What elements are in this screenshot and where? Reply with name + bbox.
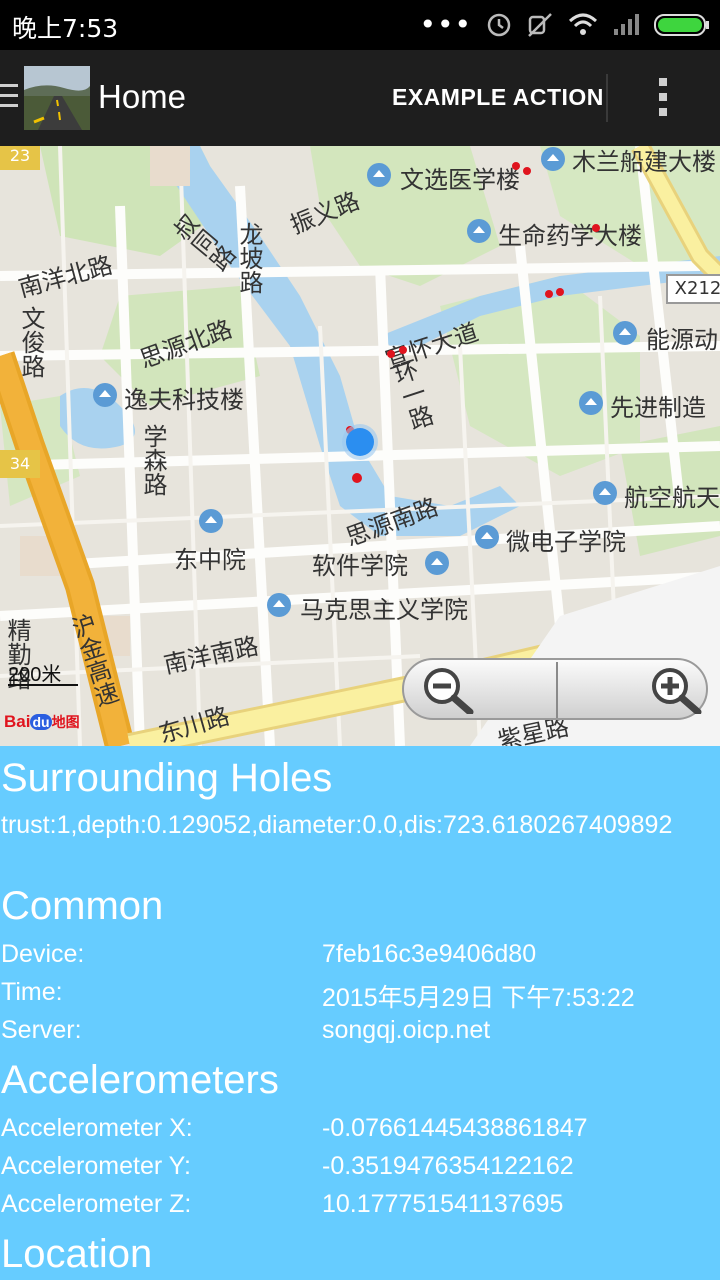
example-action-button[interactable]: EXAMPLE ACTION [392,84,604,111]
drawer-icon[interactable] [0,84,18,114]
wifi-icon [568,13,598,35]
signal-icon [614,14,639,35]
time-value: 2015年5月29日 下午7:53:22 [322,984,635,1012]
accel-z-label: Accelerometer Z: [1,1190,192,1218]
zoom-control [402,658,708,720]
map-scale-bar [8,684,78,686]
overflow-menu-icon[interactable] [656,78,670,122]
info-panel[interactable]: Surrounding Holes trust:1,depth:0.129052… [0,746,720,1280]
accel-y-label: Accelerometer Y: [1,1152,191,1180]
page-title: Home [98,78,187,115]
surrounding-holes-title: Surrounding Holes [1,756,333,800]
baidu-logo-du: du [30,714,52,730]
app-logo-icon[interactable] [24,66,90,130]
server-label: Server: [1,1016,82,1044]
baidu-logo: Bai du 地图 [4,712,80,732]
battery-icon [654,14,709,36]
location-title: Location [1,1232,153,1276]
surrounding-holes-text: trust:1,depth:0.129052,diameter:0.0,dis:… [1,811,673,839]
device-value: 7feb16c3e9406d80 [322,940,537,968]
alarm-icon [487,13,511,37]
notification-dots: ••• [419,8,472,41]
poi-marker[interactable] [352,473,362,483]
baidu-logo-text: Bai [4,712,31,731]
poi-marker[interactable] [592,224,600,232]
server-value: songqj.oicp.net [322,1016,491,1044]
time-label: Time: [1,978,63,1006]
zoom-out-icon[interactable] [420,666,476,714]
map-view[interactable]: 23 34 文选医学楼 木兰船建大楼 生命药学大楼 X212 能源动 先进制造 … [0,146,720,746]
accel-y-value: -0.3519476354122162 [322,1152,574,1180]
poi-marker[interactable] [512,162,520,170]
map-scale-label: 200米 [8,664,62,686]
zoom-in-icon[interactable] [648,666,704,714]
action-divider [606,74,608,122]
accelerometers-title: Accelerometers [1,1058,279,1102]
device-label: Device: [1,940,85,968]
status-bar: 晚上7:53 ••• [0,0,720,50]
action-bar: Home EXAMPLE ACTION [0,50,720,146]
poi-marker[interactable] [545,290,553,298]
mute-icon [528,13,552,37]
zoom-divider [556,662,558,718]
poi-marker[interactable] [556,288,564,296]
common-title: Common [1,884,164,928]
baidu-logo-map: 地图 [51,714,80,730]
accel-x-value: -0.07661445438861847 [322,1114,588,1142]
poi-marker[interactable] [523,167,531,175]
poi-marker[interactable] [399,346,407,354]
accel-z-value: 10.177751541137695 [322,1190,564,1218]
poi-marker[interactable] [387,350,395,358]
accel-x-label: Accelerometer X: [1,1114,193,1142]
status-time: 晚上7:53 [12,14,119,43]
status-icons: ••• [419,10,710,40]
location-dot-icon [342,424,378,460]
